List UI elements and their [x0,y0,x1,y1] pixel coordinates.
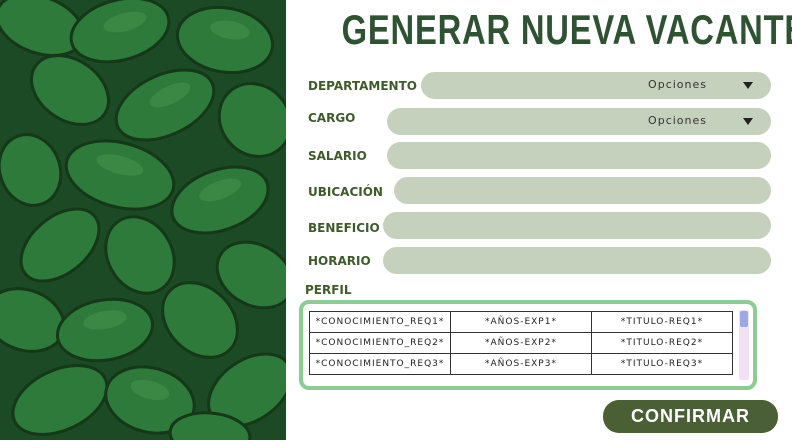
cargo-selected-value: Opciones [648,114,707,127]
table-row: *CONOCIMIENTO_REQ3* *AÑOS-EXP3* *TITULO-… [309,353,733,375]
confirm-button[interactable]: CONFIRMAR [603,400,778,433]
titulo-cell[interactable]: *TITULO-REQ3* [591,353,733,375]
perfil-table: *CONOCIMIENTO_REQ1* *AÑOS-EXP1* *TITULO-… [309,311,733,375]
conocimiento-cell[interactable]: *CONOCIMIENTO_REQ3* [309,353,451,375]
perfil-label: PERFIL [305,283,352,297]
scrollbar-thumb[interactable] [740,311,748,327]
anos-exp-cell[interactable]: *AÑOS-EXP3* [450,353,592,375]
table-row: *CONOCIMIENTO_REQ1* *AÑOS-EXP1* *TITULO-… [309,311,733,333]
chevron-down-icon [743,118,753,125]
cargo-label: CARGO [308,111,356,125]
salario-input[interactable] [387,142,771,169]
departamento-label: DEPARTAMENTO [308,79,417,93]
horario-label: HORARIO [308,254,371,268]
ubicacion-label: UBICACIÓN [308,185,383,199]
beneficio-input[interactable] [383,212,771,239]
horario-input[interactable] [383,247,771,274]
anos-exp-cell[interactable]: *AÑOS-EXP2* [450,332,592,354]
cargo-select[interactable]: Opciones [387,108,771,135]
perfil-scrollbar[interactable] [739,310,749,380]
table-row: *CONOCIMIENTO_REQ2* *AÑOS-EXP2* *TITULO-… [309,332,733,354]
departamento-selected-value: Opciones [648,78,707,91]
titulo-cell[interactable]: *TITULO-REQ1* [591,311,733,333]
conocimiento-cell[interactable]: *CONOCIMIENTO_REQ2* [309,332,451,354]
ubicacion-input[interactable] [394,177,771,204]
chevron-down-icon [743,82,753,89]
titulo-cell[interactable]: *TITULO-REQ2* [591,332,733,354]
anos-exp-cell[interactable]: *AÑOS-EXP1* [450,311,592,333]
departamento-select[interactable]: Opciones [421,72,771,99]
page-title: GENERAR NUEVA VACANTE [341,6,792,53]
beneficio-label: BENEFICIO [308,221,380,235]
conocimiento-cell[interactable]: *CONOCIMIENTO_REQ1* [309,311,451,333]
avocado-photo [0,0,286,440]
salario-label: SALARIO [308,149,367,163]
